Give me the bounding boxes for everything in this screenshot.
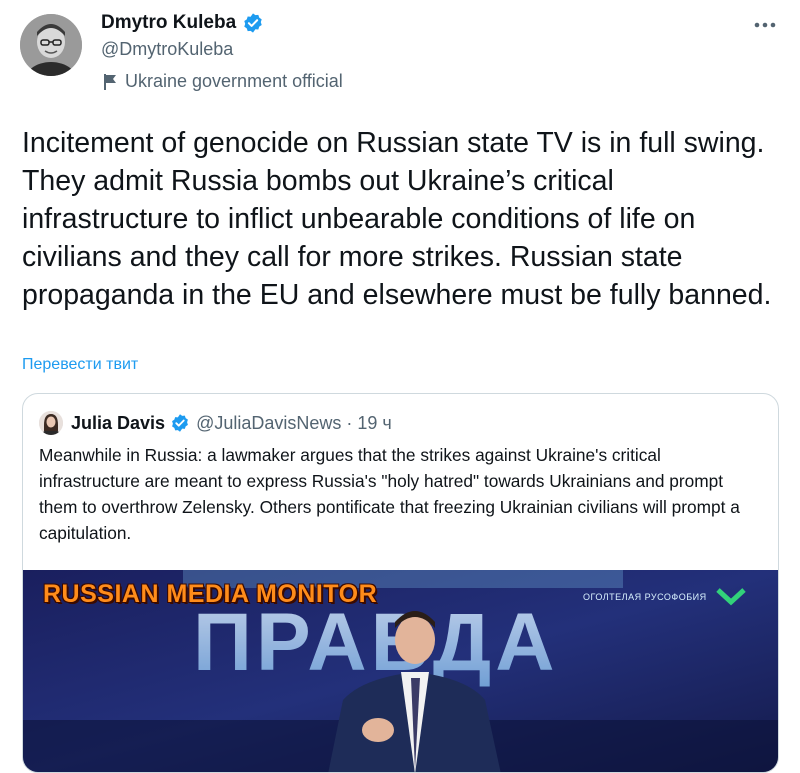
quoted-tweet-header: Julia Davis @JuliaDavisNews · 19 ч [39,411,392,435]
verified-badge-icon [170,413,190,433]
tweet-text: Incitement of genocide on Russian state … [22,127,772,311]
author-name[interactable]: Dmytro Kuleba [101,12,236,34]
more-options-button[interactable] [748,10,782,40]
government-label[interactable]: Ukraine government official [103,71,343,92]
translate-tweet-link[interactable]: Перевести твит [22,356,138,374]
separator-dot: · [346,412,353,433]
verified-badge-icon [242,12,264,34]
flag-icon [103,73,117,91]
quoted-tweet[interactable]: Julia Davis @JuliaDavisNews · 19 ч Meanw… [22,393,779,773]
author-handle[interactable]: @DmytroKuleba [101,39,233,60]
quoted-author-name: Julia Davis [71,412,166,433]
screen-background-text: ПРАВДА [193,597,558,688]
quoted-author-handle: @JuliaDavisNews [196,412,342,433]
quoted-tweet-text: Meanwhile in Russia: a lawmaker argues t… [39,445,740,543]
quoted-tweet-time: 19 ч [357,412,392,433]
government-label-text: Ukraine government official [125,71,343,91]
more-horizontal-icon [754,22,776,28]
author-name-row: Dmytro Kuleba [101,12,264,34]
media-channel-tag: ОГОЛТЕЛАЯ РУСОФОБИЯ [583,592,707,602]
quoted-author-avatar [39,411,63,435]
media-overlay-title: RUSSIAN MEDIA MONITOR [43,580,378,608]
quoted-tweet-media[interactable]: ПРАВДА RUSSIAN MEDIA MONITOR ОГОЛТЕЛАЯ Р… [23,570,778,772]
author-avatar[interactable] [20,14,82,76]
